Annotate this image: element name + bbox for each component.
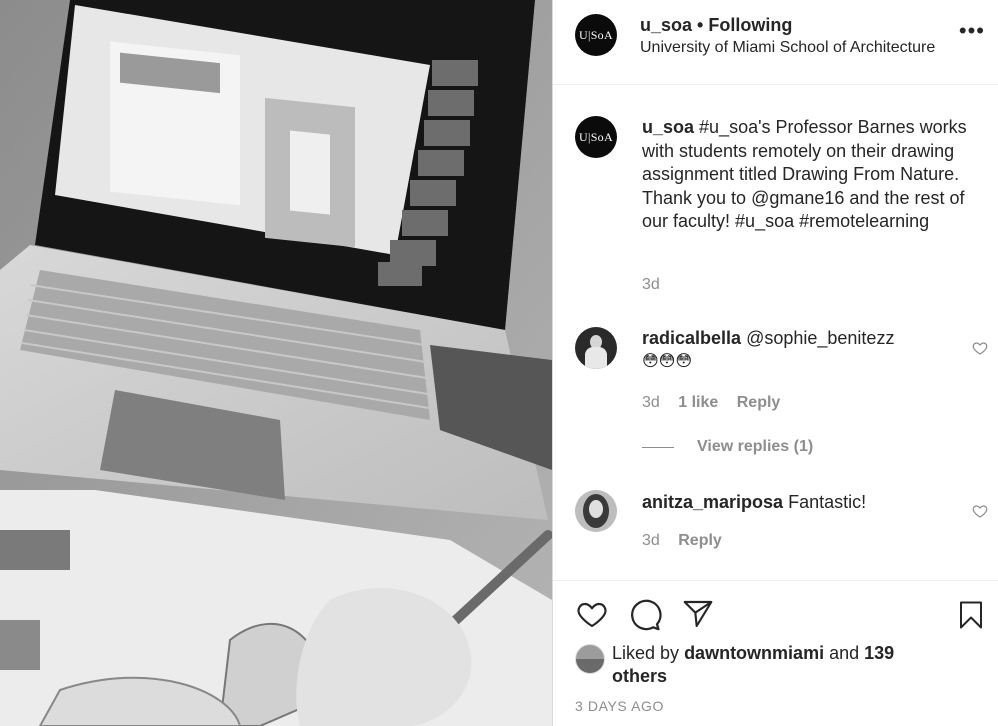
liked-by-prefix: Liked by	[612, 643, 680, 663]
header-separator: •	[697, 15, 704, 35]
save-bookmark-icon[interactable]	[956, 598, 986, 632]
comment-time[interactable]: 3d	[642, 394, 660, 411]
profile-avatar[interactable]: U|SoA	[575, 14, 617, 56]
view-replies-divider	[642, 447, 674, 448]
comment-emoji: 😳😳😳	[642, 353, 693, 370]
comment-time[interactable]: 3d	[642, 532, 660, 549]
view-replies-button[interactable]: View replies (1)	[697, 438, 813, 456]
reply-button[interactable]: Reply	[737, 394, 781, 411]
more-options-button[interactable]: •••	[959, 20, 985, 42]
liked-by-text: Liked by dawntownmiami and 139 others	[612, 642, 932, 688]
like-comment-heart-icon[interactable]	[972, 340, 988, 356]
comment-body: radicalbella @sophie_benitezz 😳😳😳	[642, 327, 962, 374]
avatar-logo-text: U|SoA	[579, 129, 613, 144]
caption-body: u_soa #u_soa's Professor Barnes works wi…	[642, 116, 992, 234]
liked-by-user[interactable]: dawntownmiami	[684, 643, 824, 663]
comment-username[interactable]: radicalbella	[642, 328, 741, 348]
liker-avatar[interactable]	[575, 644, 605, 674]
comment-username[interactable]: anitza_mariposa	[642, 492, 783, 512]
caption-username[interactable]: u_soa	[642, 117, 694, 137]
comment-body: anitza_mariposa Fantastic!	[642, 491, 962, 514]
caption-time[interactable]: 3d	[642, 276, 660, 294]
post-date[interactable]: 3 DAYS AGO	[575, 698, 664, 714]
like-heart-icon[interactable]	[575, 598, 609, 630]
comment-text: Fantastic!	[788, 492, 867, 512]
liked-by-and: and	[829, 643, 860, 663]
share-send-icon[interactable]	[681, 598, 715, 630]
avatar-logo-text: U|SoA	[579, 27, 613, 42]
more-horizontal-icon: •••	[958, 18, 985, 43]
post-photo[interactable]	[0, 0, 552, 726]
reply-button[interactable]: Reply	[678, 532, 722, 549]
comment-mention[interactable]: @sophie_benitezz	[746, 328, 894, 348]
header-username[interactable]: u_soa	[640, 15, 692, 35]
post-header: U|SoA u_soa • Following University of Mi…	[553, 0, 998, 85]
header-title-row: u_soa • Following	[640, 14, 792, 36]
post-side-panel: U|SoA u_soa • Following University of Mi…	[552, 0, 998, 726]
photo-illustration	[0, 0, 552, 726]
commenter-avatar[interactable]	[575, 490, 617, 532]
comment-likes[interactable]: 1 like	[678, 394, 718, 411]
like-comment-heart-icon[interactable]	[972, 503, 988, 519]
comment-bubble-icon[interactable]	[628, 598, 662, 632]
comment-meta: 3d Reply	[642, 532, 736, 550]
caption-avatar[interactable]: U|SoA	[575, 116, 617, 158]
comment-meta: 3d 1 like Reply	[642, 394, 794, 412]
post-actions: Liked by dawntownmiami and 139 others 3 …	[553, 580, 998, 726]
commenter-avatar[interactable]	[575, 327, 617, 369]
follow-status-button[interactable]: Following	[708, 15, 792, 35]
location-link[interactable]: University of Miami School of Architectu…	[640, 38, 980, 58]
